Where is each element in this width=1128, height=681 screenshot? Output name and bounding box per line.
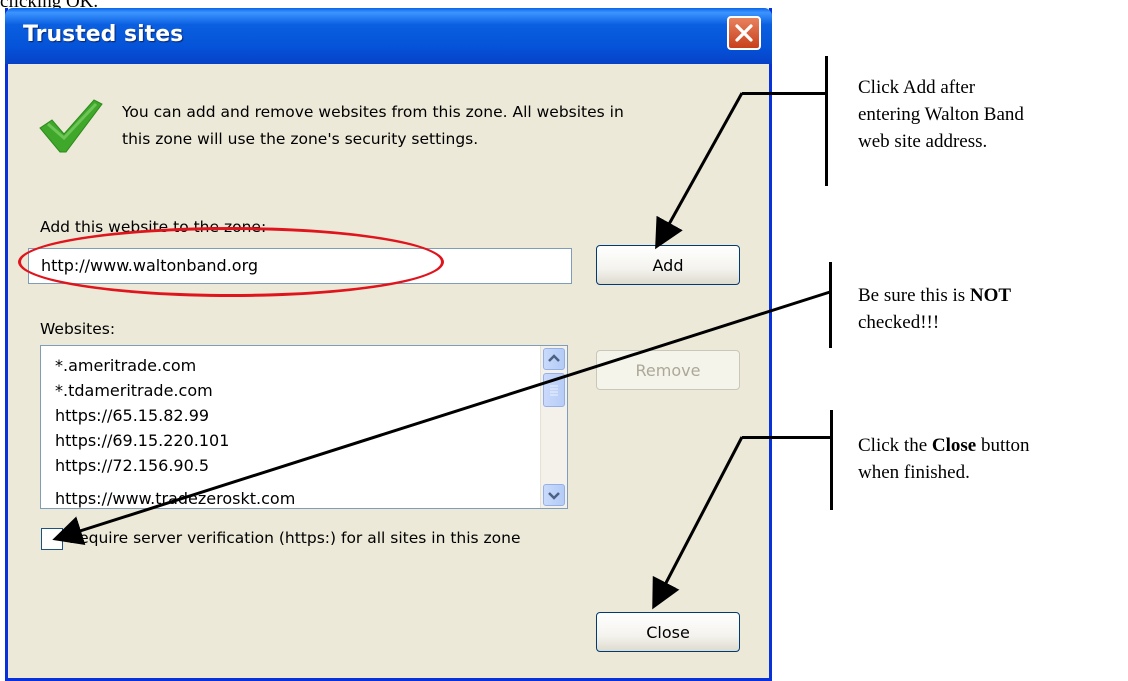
add-arrow: [655, 92, 744, 250]
check-note: Be sure this is NOT checked!!!: [858, 282, 1011, 336]
close-note-bold: Close: [931, 435, 977, 456]
checkbox-arrow: [52, 290, 831, 546]
close-note-line-2: when finished.: [858, 462, 970, 483]
close-note-text: Click the: [858, 435, 932, 456]
add-note-line-3: web site address.: [858, 131, 988, 152]
check-note-text: Be sure this is: [858, 285, 970, 306]
close-note-text-after: button: [976, 435, 1030, 456]
check-note-bold: NOT: [969, 285, 1012, 306]
close-arrow: [652, 436, 744, 610]
add-note: Click Add after entering Walton Band web…: [858, 74, 1024, 155]
add-note-line-2: entering Walton Band: [858, 104, 1024, 125]
close-note: Click the Close button when finished.: [858, 432, 1030, 486]
check-note-line-2: checked!!!: [858, 312, 940, 333]
add-note-line-1: Click Add after: [858, 77, 976, 98]
